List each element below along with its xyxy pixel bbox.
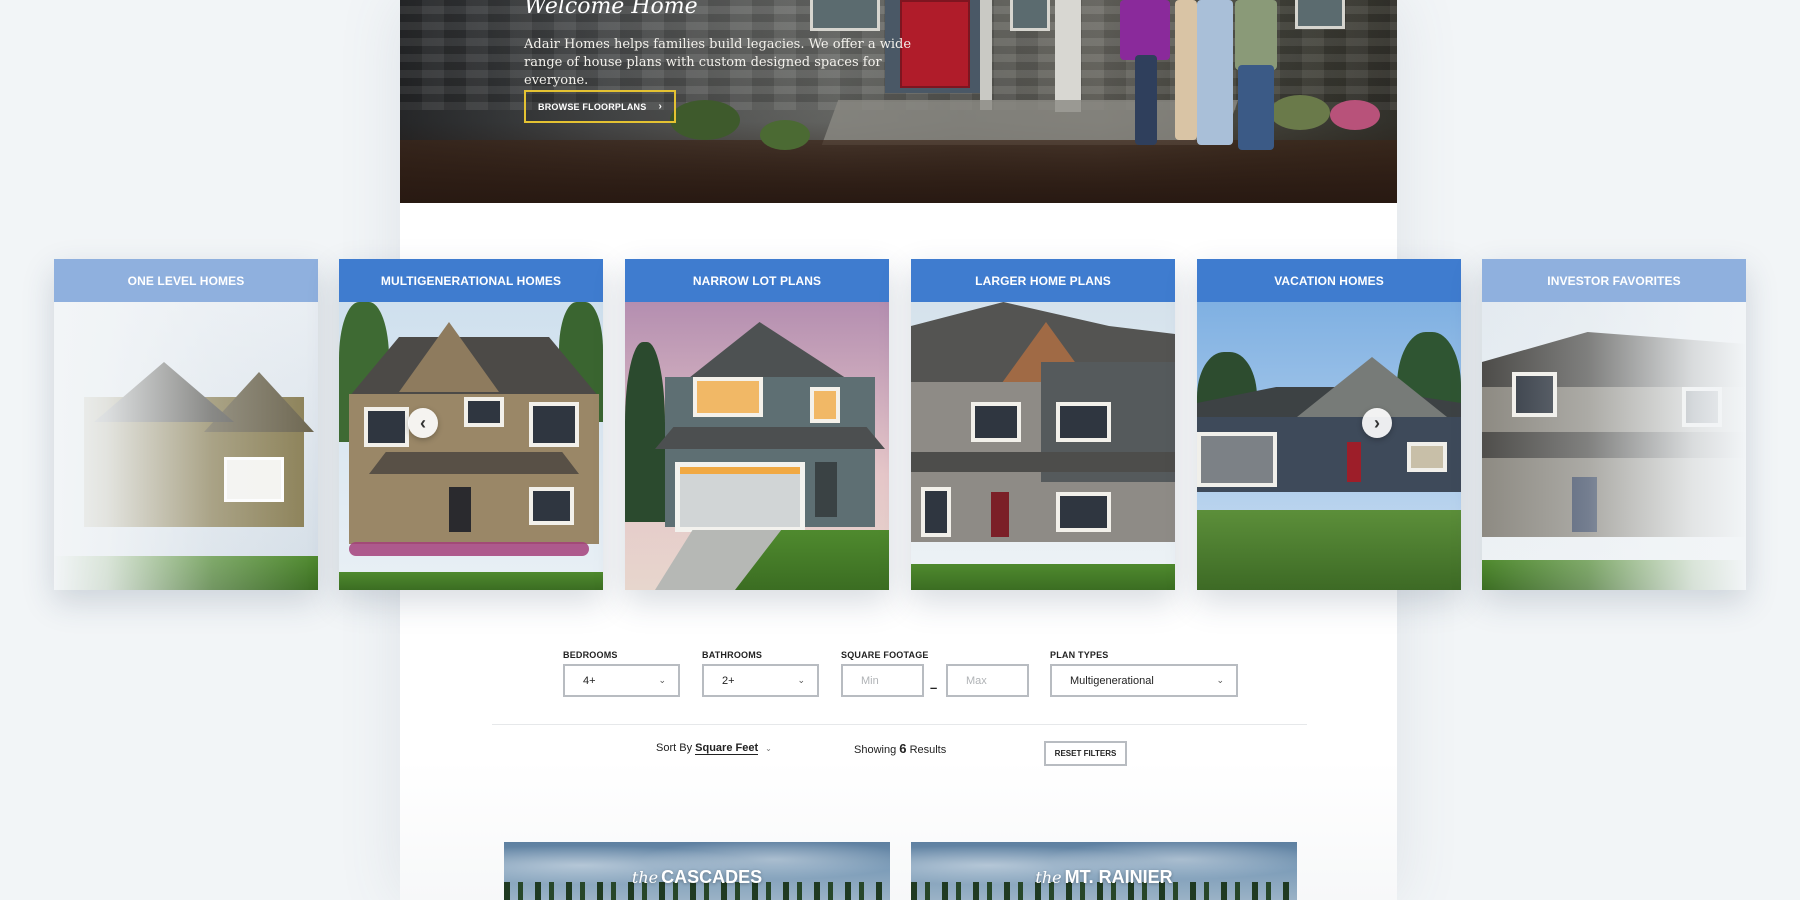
result-card-cascades[interactable]: the CASCADES <box>504 842 890 900</box>
category-image <box>1197 302 1461 590</box>
chevron-down-icon: ⌄ <box>1216 675 1224 685</box>
bedrooms-select[interactable]: 4+ ⌄ <box>563 664 680 697</box>
family-member <box>1238 65 1274 150</box>
carousel-next-button[interactable]: › <box>1362 408 1392 438</box>
chevron-right-icon: › <box>658 101 662 112</box>
category-image <box>339 302 603 590</box>
result-title: the MT. RAINIER <box>911 867 1297 888</box>
sort-value[interactable]: Square Feet <box>695 742 759 755</box>
square-footage-label: SQUARE FOOTAGE <box>841 650 929 660</box>
house-window <box>810 0 880 31</box>
result-prefix: the <box>631 868 659 887</box>
result-name: MT. RAINIER <box>1064 867 1173 887</box>
shrub <box>1270 95 1330 130</box>
family-member <box>1197 0 1233 145</box>
category-image <box>1482 302 1746 590</box>
browse-floorplans-button[interactable]: BROWSE FLOORPLANS › <box>524 90 676 123</box>
category-label: ONE LEVEL HOMES <box>54 259 318 302</box>
result-prefix: the <box>1035 868 1062 887</box>
hero-description: Adair Homes helps families build legacie… <box>524 37 912 88</box>
category-card-investor-favorites[interactable]: INVESTOR FAVORITES <box>1482 259 1746 590</box>
result-title: the CASCADES <box>504 867 890 888</box>
result-name: CASCADES <box>661 867 763 887</box>
category-image <box>911 302 1175 590</box>
category-label: VACATION HOMES <box>1197 259 1461 302</box>
results-number: 6 <box>899 741 907 756</box>
sort-prefix: Sort By <box>656 742 693 754</box>
category-label: INVESTOR FAVORITES <box>1482 259 1746 302</box>
plan-types-select[interactable]: Multigenerational ⌄ <box>1050 664 1238 697</box>
category-card-larger-home[interactable]: LARGER HOME PLANS <box>911 259 1175 590</box>
chevron-left-icon: ‹ <box>420 412 426 433</box>
category-card-narrow-lot[interactable]: NARROW LOT PLANS <box>625 259 889 590</box>
family-member <box>1135 55 1157 145</box>
min-placeholder: Min <box>861 674 879 687</box>
bathrooms-label: BATHROOMS <box>702 650 763 660</box>
sort-control[interactable]: Sort By Square Feet ⌄ <box>656 742 772 755</box>
category-label: MULTIGENERATIONAL HOMES <box>339 259 603 302</box>
hero-title: Welcome Home <box>524 0 698 19</box>
house-window <box>1010 0 1050 31</box>
showing-prefix: Showing <box>854 744 897 756</box>
bedrooms-label: BEDROOMS <box>563 650 618 660</box>
family-member <box>1175 0 1197 140</box>
chevron-right-icon: › <box>1374 412 1380 433</box>
result-card-mt-rainier[interactable]: the MT. RAINIER <box>911 842 1297 900</box>
plan-category-carousel: ONE LEVEL HOMES MULTIGENERATIONAL HOMES <box>0 259 1800 590</box>
range-separator: – <box>930 680 938 695</box>
category-card-one-level[interactable]: ONE LEVEL HOMES <box>54 259 318 590</box>
chevron-down-icon: ⌄ <box>797 675 805 685</box>
chevron-down-icon: ⌄ <box>658 675 666 685</box>
porch-column <box>1055 0 1081 112</box>
plan-types-value: Multigenerational <box>1070 674 1154 687</box>
filter-divider <box>492 724 1307 725</box>
shrub <box>670 100 740 140</box>
category-image <box>54 302 318 590</box>
plan-types-label: PLAN TYPES <box>1050 650 1109 660</box>
family-member <box>1235 0 1277 70</box>
chevron-down-icon: ⌄ <box>765 744 772 753</box>
browse-floorplans-label: BROWSE FLOORPLANS <box>538 101 647 112</box>
porch-post <box>980 0 992 110</box>
bathrooms-select[interactable]: 2+ ⌄ <box>702 664 819 697</box>
carousel-prev-button[interactable]: ‹ <box>408 408 438 438</box>
flower-bed <box>1330 100 1380 130</box>
showing-suffix: Results <box>909 744 947 756</box>
bedrooms-value: 4+ <box>583 674 596 687</box>
square-footage-max-input[interactable]: Max <box>946 664 1029 697</box>
category-image <box>625 302 889 590</box>
house-window <box>1295 0 1345 29</box>
category-label: NARROW LOT PLANS <box>625 259 889 302</box>
results-count: Showing 6 Results <box>854 741 946 756</box>
category-label: LARGER HOME PLANS <box>911 259 1175 302</box>
category-card-multigenerational[interactable]: MULTIGENERATIONAL HOMES <box>339 259 603 590</box>
family-member <box>1120 0 1170 60</box>
reset-filters-button[interactable]: RESET FILTERS <box>1044 741 1127 766</box>
max-placeholder: Max <box>966 674 987 687</box>
category-card-vacation[interactable]: VACATION HOMES <box>1197 259 1461 590</box>
shrub <box>760 120 810 150</box>
square-footage-min-input[interactable]: Min <box>841 664 924 697</box>
bathrooms-value: 2+ <box>722 674 735 687</box>
